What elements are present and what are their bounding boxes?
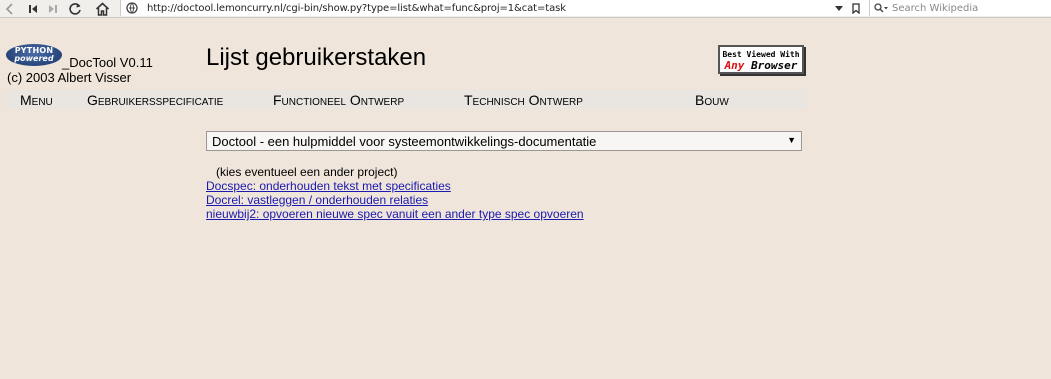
nav-item-functioneel-ontwerp[interactable]: Functioneel Ontwerp — [273, 92, 404, 108]
browser-toolbar: http://doctool.lemoncurry.nl/cgi-bin/sho… — [0, 0, 1051, 18]
last-icon[interactable] — [46, 0, 60, 17]
logo-text-powered: powered — [14, 54, 54, 63]
chevron-down-icon: ▼ — [787, 135, 796, 145]
app-name: _DocTool V0.11 — [62, 55, 153, 70]
badge-browser-text: Browser — [751, 58, 798, 72]
address-bar[interactable]: http://doctool.lemoncurry.nl/cgi-bin/sho… — [120, 0, 870, 16]
dropdown-icon[interactable] — [832, 0, 846, 17]
search-placeholder: Search Wikipedia — [892, 2, 979, 14]
url-text[interactable]: http://doctool.lemoncurry.nl/cgi-bin/sho… — [147, 3, 566, 14]
badge-bottom-text: Any Browser — [725, 60, 798, 71]
reload-icon[interactable] — [66, 0, 84, 17]
nav-item-technisch-ontwerp[interactable]: Technisch Ontwerp — [464, 92, 583, 108]
project-hint: (kies eventueel een ander project) — [216, 165, 398, 179]
copyright: (c) 2003 Albert Visser — [7, 70, 132, 85]
main-nav: Menu Gebruikersspecificatie Functioneel … — [7, 90, 806, 109]
first-icon[interactable] — [26, 0, 40, 17]
task-list: Docspec: onderhouden tekst met specifica… — [206, 179, 584, 221]
link-docrel[interactable]: Docrel: vastleggen / onderhouden relatie… — [206, 193, 584, 207]
search-box[interactable]: Search Wikipedia — [870, 0, 1051, 16]
project-select-value: Doctool - een hulpmiddel voor systeemont… — [212, 133, 597, 149]
search-icon[interactable] — [874, 3, 888, 13]
nav-item-gebruikersspecificatie[interactable]: Gebruikersspecificatie — [87, 92, 223, 108]
best-viewed-badge[interactable]: Best Viewed With Any Browser — [718, 45, 804, 74]
link-nieuwbij2[interactable]: nieuwbij2: opvoeren nieuwe spec vanuit e… — [206, 207, 584, 221]
project-select[interactable]: Doctool - een hulpmiddel voor systeemont… — [206, 131, 802, 151]
site-info-icon[interactable] — [125, 1, 139, 15]
nav-item-menu[interactable]: Menu — [20, 92, 53, 108]
page-title: Lijst gebruikerstaken — [206, 44, 427, 71]
back-icon[interactable] — [2, 0, 18, 17]
badge-any-text: Any — [724, 58, 745, 72]
link-docspec[interactable]: Docspec: onderhouden tekst met specifica… — [206, 179, 584, 193]
nav-item-bouw[interactable]: Bouw — [695, 92, 729, 108]
home-icon[interactable] — [92, 0, 112, 17]
bookmark-icon[interactable] — [849, 0, 863, 17]
python-powered-logo[interactable]: PYTHON powered — [6, 44, 62, 66]
